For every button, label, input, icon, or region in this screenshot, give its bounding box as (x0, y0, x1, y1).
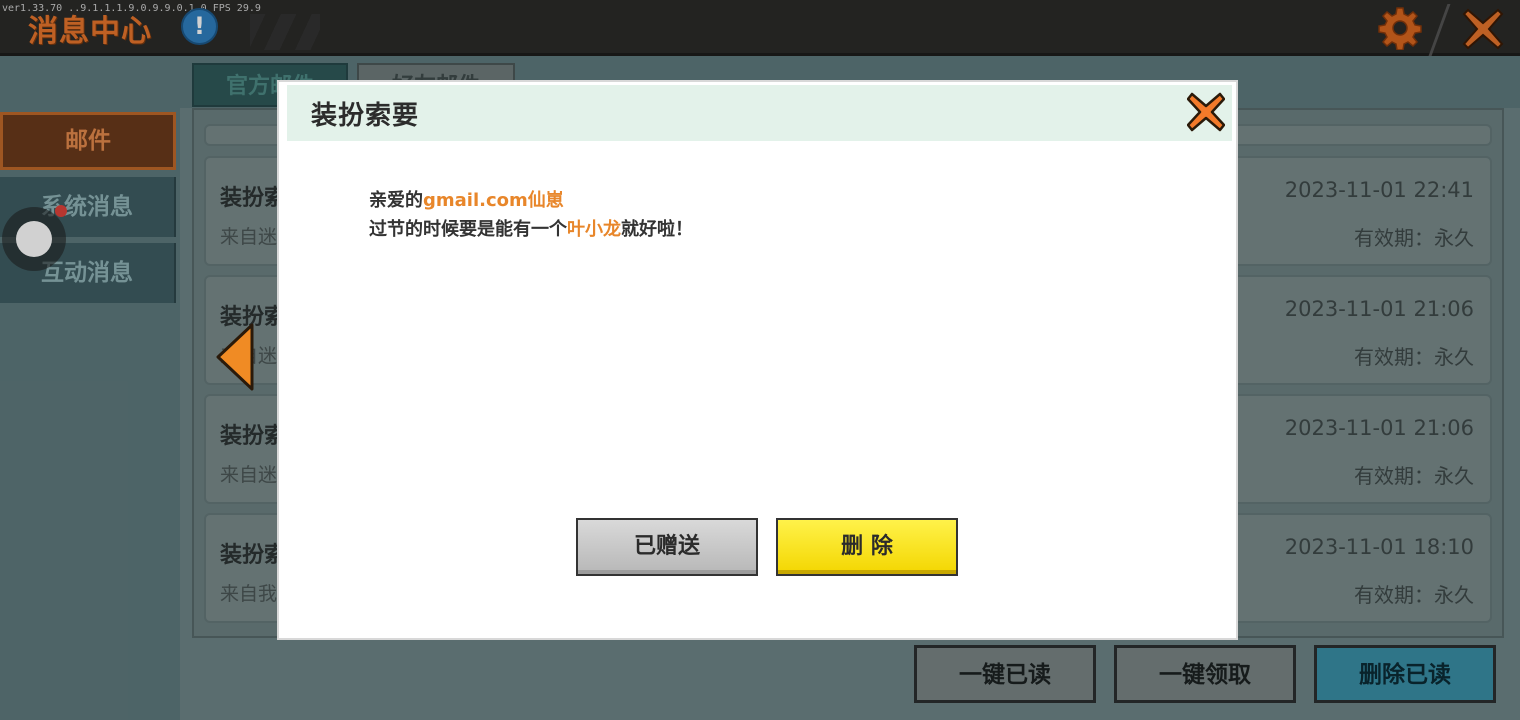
virtual-joystick[interactable] (2, 207, 66, 271)
mail-sender: 来自迷 (220, 226, 278, 248)
mail-validity: 有效期：永久 (1354, 464, 1474, 488)
dialog-close-icon[interactable] (1187, 91, 1225, 133)
mail-date: 2023-11-01 18:10 (1284, 535, 1474, 559)
gear-icon[interactable] (1378, 6, 1422, 50)
gifted-button[interactable]: 已赠送 (576, 518, 758, 576)
sidebar-item-mail[interactable]: 邮件 (0, 112, 176, 170)
mail-validity: 有效期：永久 (1354, 345, 1474, 369)
mail-sender: 来自我 (220, 583, 278, 605)
delete-read-button[interactable]: 删除已读 (1314, 645, 1496, 703)
request-dialog: 装扮索要 亲爱的gmail.com仙崽 过节的时候要是能有一个叶小龙就好啦！ 已… (277, 80, 1238, 640)
dialog-title: 装扮索要 (311, 101, 420, 131)
claim-all-button[interactable]: 一键领取 (1114, 645, 1296, 703)
close-icon[interactable] (1462, 8, 1504, 50)
left-arrow-icon[interactable] (214, 322, 256, 392)
requested-item-name: 叶小龙 (567, 219, 621, 240)
mail-validity: 有效期：永久 (1354, 583, 1474, 607)
header-decoration (250, 14, 320, 50)
sender-name: gmail.com仙崽 (423, 190, 564, 211)
mail-date: 2023-11-01 21:06 (1284, 297, 1474, 321)
request-text-suffix: 就好啦！ (621, 219, 693, 240)
message-line-2: 过节的时候要是能有一个叶小龙就好啦！ (369, 215, 693, 241)
mail-validity: 有效期：永久 (1354, 226, 1474, 250)
mail-date: 2023-11-01 22:41 (1284, 178, 1474, 202)
mail-sender: 来自迷 (220, 464, 278, 486)
info-button[interactable]: ! (181, 8, 218, 45)
request-text-prefix: 过节的时候要是能有一个 (369, 219, 567, 240)
notification-dot (55, 205, 67, 217)
dialog-header: 装扮索要 (287, 85, 1232, 141)
page-title: 消息中心 (28, 14, 152, 49)
greeting-text: 亲爱的 (369, 190, 423, 211)
mail-date: 2023-11-01 21:06 (1284, 416, 1474, 440)
delete-button[interactable]: 删 除 (776, 518, 958, 576)
joystick-knob[interactable] (16, 221, 52, 257)
mark-all-read-button[interactable]: 一键已读 (914, 645, 1096, 703)
message-line-1: 亲爱的gmail.com仙崽 (369, 186, 564, 212)
